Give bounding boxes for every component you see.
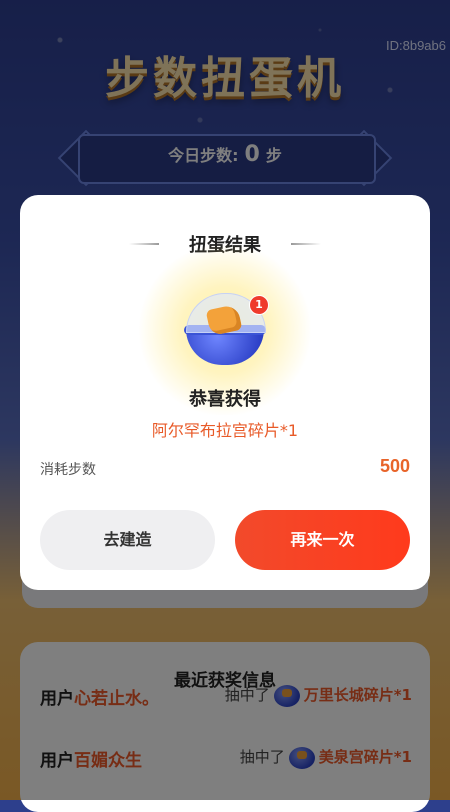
- result-dialog: 扭蛋结果 1 恭喜获得 阿尔罕布拉宫碎片*1 消耗步数 500 去建造 再来一次: [20, 195, 430, 590]
- cost-label: 消耗步数: [40, 462, 96, 478]
- congrats-text: 恭喜获得: [189, 389, 261, 410]
- go-build-button[interactable]: 去建造: [40, 510, 215, 570]
- count-badge: 1: [249, 295, 269, 315]
- prize-name: 阿尔罕布拉宫碎片*1: [151, 421, 299, 440]
- cost-value: 500: [379, 456, 410, 476]
- try-again-button[interactable]: 再来一次: [235, 510, 410, 570]
